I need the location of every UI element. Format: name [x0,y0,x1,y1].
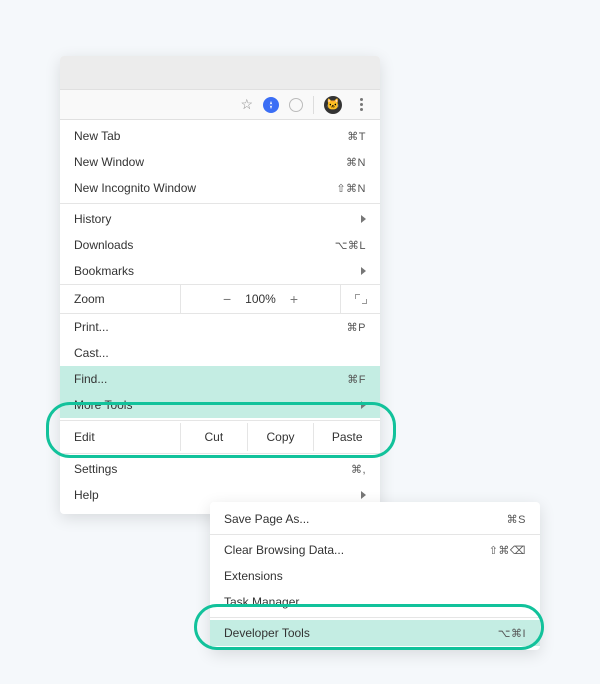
menu-item-zoom: Zoom − 100% + [60,284,380,314]
submenu-item-extensions[interactable]: Extensions [210,563,540,589]
fullscreen-icon [355,294,367,304]
chrome-main-menu: ☆ 🐱 New Tab ⌘T New Window ⌘N New Incogni… [60,56,380,514]
zoom-value: 100% [245,292,276,306]
chevron-right-icon [361,267,366,275]
menu-item-bookmarks[interactable]: Bookmarks [60,258,380,284]
menu-separator [60,203,380,204]
menu-item-cast[interactable]: Cast... [60,340,380,366]
menu-item-downloads[interactable]: Downloads ⌥⌘L [60,232,380,258]
menu-shortcut: ⌘F [347,373,366,386]
menu-label: Help [74,488,361,502]
menu-label: Downloads [74,238,335,252]
menu-shortcut: ⌘N [346,156,366,169]
submenu-item-save-page-as[interactable]: Save Page As... ⌘S [210,506,540,532]
menu-shortcut: ⌘P [347,321,366,334]
speed-icon[interactable] [289,98,303,112]
menu-label: History [74,212,361,226]
edit-cut-button[interactable]: Cut [180,423,247,451]
menu-label: New Tab [74,129,347,143]
menu-item-edit: Edit Cut Copy Paste [60,423,380,451]
menu-label: Task Manager [224,595,526,609]
submenu-item-task-manager[interactable]: Task Manager [210,589,540,615]
more-vertical-icon[interactable] [352,96,370,114]
menu-separator [210,534,540,535]
fullscreen-button[interactable] [340,285,380,313]
menu-shortcut: ⇧⌘N [336,182,366,195]
menu-shortcut: ⌥⌘L [335,239,366,252]
menu-label: More Tools [74,398,361,412]
menu-item-settings[interactable]: Settings ⌘, [60,456,380,482]
submenu-item-clear-browsing-data[interactable]: Clear Browsing Data... ⇧⌘⌫ [210,537,540,563]
menu-separator [60,453,380,454]
menu-item-new-incognito[interactable]: New Incognito Window ⇧⌘N [60,175,380,201]
menu-shortcut: ⇧⌘⌫ [489,544,526,557]
navigation-icon[interactable] [263,97,279,113]
bookmark-star-icon[interactable]: ☆ [240,96,253,113]
toolbar-icon-row: ☆ 🐱 [60,90,380,120]
menu-item-new-window[interactable]: New Window ⌘N [60,149,380,175]
menu-label: Find... [74,372,347,386]
zoom-in-button[interactable]: + [290,291,298,307]
zoom-controls: − 100% + [180,285,340,313]
menu-label: Extensions [224,569,526,583]
menu-label: Cast... [74,346,366,360]
menu-label: Clear Browsing Data... [224,543,489,557]
menu-shortcut: ⌘T [347,130,366,143]
menu-label: Zoom [60,292,180,306]
menu-separator [60,420,380,421]
menu-label: New Incognito Window [74,181,336,195]
browser-tabstrip [60,56,380,90]
menu-item-new-tab[interactable]: New Tab ⌘T [60,123,380,149]
menu-separator [210,617,540,618]
menu-item-history[interactable]: History [60,206,380,232]
menu-label: Bookmarks [74,264,361,278]
submenu-item-developer-tools[interactable]: Developer Tools ⌥⌘I [210,620,540,646]
menu-label: Save Page As... [224,512,507,526]
menu-item-print[interactable]: Print... ⌘P [60,314,380,340]
edit-copy-button[interactable]: Copy [247,423,314,451]
menu-item-more-tools[interactable]: More Tools [60,392,380,418]
menu-label: Settings [74,462,351,476]
menu-label: Developer Tools [224,626,498,640]
menu-item-find[interactable]: Find... ⌘F [60,366,380,392]
menu-shortcut: ⌘, [351,463,366,476]
chevron-right-icon [361,491,366,499]
menu-label: New Window [74,155,346,169]
edit-paste-button[interactable]: Paste [313,423,380,451]
profile-avatar-icon[interactable]: 🐱 [324,96,342,114]
chevron-right-icon [361,215,366,223]
chevron-right-icon [361,401,366,409]
menu-label: Print... [74,320,347,334]
menu-shortcut: ⌘S [507,513,526,526]
menu-shortcut: ⌥⌘I [498,627,526,640]
menu-label: Edit [60,430,180,444]
zoom-out-button[interactable]: − [223,291,231,307]
more-tools-submenu: Save Page As... ⌘S Clear Browsing Data..… [210,502,540,650]
separator [313,96,314,114]
